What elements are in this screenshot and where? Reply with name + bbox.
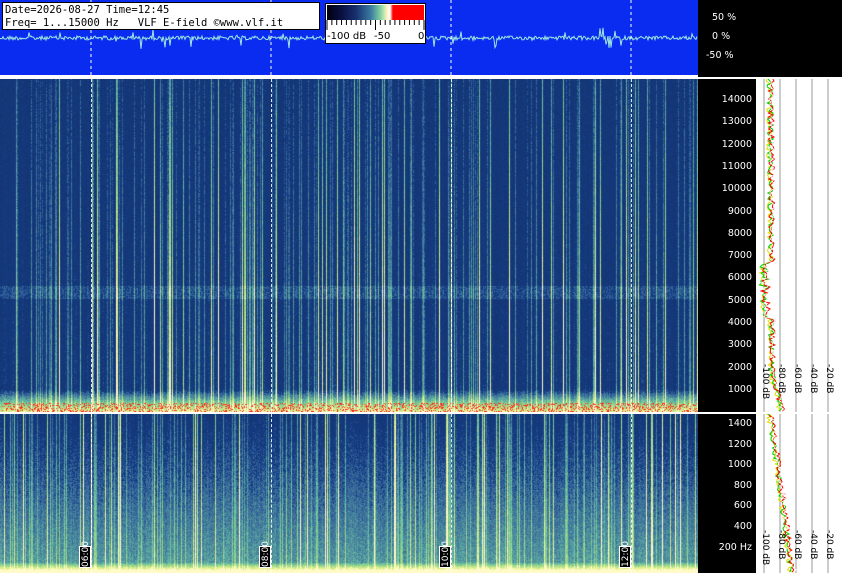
db-tick-label: -20 dB (824, 530, 834, 560)
freq-tick-label: 5000 (727, 294, 752, 306)
db-tick-label: -60 dB (792, 530, 802, 560)
freq-tick-label: 4000 (727, 317, 752, 328)
colorbar-label-min: -100 dB (327, 31, 367, 42)
db-tick-label: -100 dB (760, 364, 770, 400)
time-label: 08:00 (259, 541, 271, 568)
time-gridline (631, 79, 632, 412)
db-tick-label: -60 dB (792, 364, 802, 394)
amp-label-minus50: -50 % (706, 50, 734, 61)
time-gridline (451, 79, 452, 412)
amplitude-scale-panel: 50 % 0 % -50 % (698, 0, 842, 77)
freq-tick-label: 600 (733, 500, 752, 512)
freq-tick-label: 8000 (727, 227, 752, 239)
freq-tick-label: 800 (733, 479, 752, 491)
freq-tick-label: 7000 (727, 250, 752, 262)
time-label: 06:00 (79, 541, 91, 568)
freq-tick-label: 3000 (727, 339, 752, 351)
freq-tick-label: 11000 (721, 160, 752, 172)
spectrogram-low-image (0, 414, 698, 573)
profile-curve (758, 79, 783, 412)
time-label: 10:00 (439, 541, 451, 568)
freq-tick-label: 9000 (727, 205, 752, 217)
time-gridline (271, 414, 272, 573)
time-gridline (631, 414, 632, 573)
time-gridline (451, 414, 452, 573)
colorbar-label-mid: -50 (374, 31, 391, 42)
freq-axis-high: 14000 13000 12000 11000 10000 9000 8000 7000 600… (698, 79, 756, 412)
freq-tick-label: 1200 (727, 438, 752, 450)
time-gridline (91, 414, 92, 573)
spectrogram-high (0, 79, 698, 412)
freq-tick-label: 200 Hz (718, 541, 752, 553)
freq-tick-label: 1000 (727, 459, 752, 471)
spectrum-profile-low: -100 dB -80 dB -60 dB -40 dB -20 dB (756, 414, 842, 573)
spectrum-profile-high: -100 dB -80 dB -60 dB -40 dB -20 dB (756, 79, 842, 412)
freq-tick-label: 12000 (721, 138, 752, 150)
time-label: 12:00 (619, 541, 631, 568)
db-tick-label: -80 dB (776, 364, 786, 394)
freq-label: Freq= 1...15000 Hz VLF E-field ©www.vlf.… (5, 17, 284, 29)
colorbar-legend: -100 dB -50 0 (325, 3, 426, 44)
colorbar-label-max: 0 (418, 31, 425, 42)
freq-tick-label: 14000 (721, 94, 752, 105)
amp-label-0: 0 % (712, 31, 731, 42)
db-tick-label: -40 dB (808, 530, 818, 560)
spectrogram-high-image (0, 79, 698, 412)
db-tick-label: -20 dB (824, 364, 834, 394)
time-gridline (91, 79, 92, 412)
freq-tick-label: 1400 (727, 418, 752, 429)
db-tick-label: -80 dB (776, 530, 786, 560)
freq-axis-low: 1400 1200 1000 800 600 400 200 Hz (698, 414, 756, 573)
freq-tick-label: 10000 (721, 183, 752, 195)
info-box: Date=2026-08-27 Time=12:45 Freq= 1...150… (2, 2, 320, 30)
date-time-label: Date=2026-08-27 Time=12:45 (5, 4, 170, 16)
time-gridline (271, 79, 272, 412)
colorbar-gradient (327, 5, 424, 20)
db-tick-label: -40 dB (808, 364, 818, 394)
db-tick-label: -100 dB (760, 530, 770, 566)
freq-tick-label: 1000 (727, 383, 752, 395)
spectrum-profile-high-plot (758, 79, 829, 412)
freq-tick-label: 6000 (727, 272, 752, 284)
vlf-monitor: Date=2026-08-27 Time=12:45 Freq= 1...150… (0, 0, 842, 573)
freq-tick-label: 2000 (727, 361, 752, 373)
freq-tick-label: 400 (733, 521, 752, 532)
amp-label-50: 50 % (712, 12, 737, 23)
freq-tick-label: 13000 (721, 116, 752, 128)
spectrogram-low (0, 414, 698, 573)
